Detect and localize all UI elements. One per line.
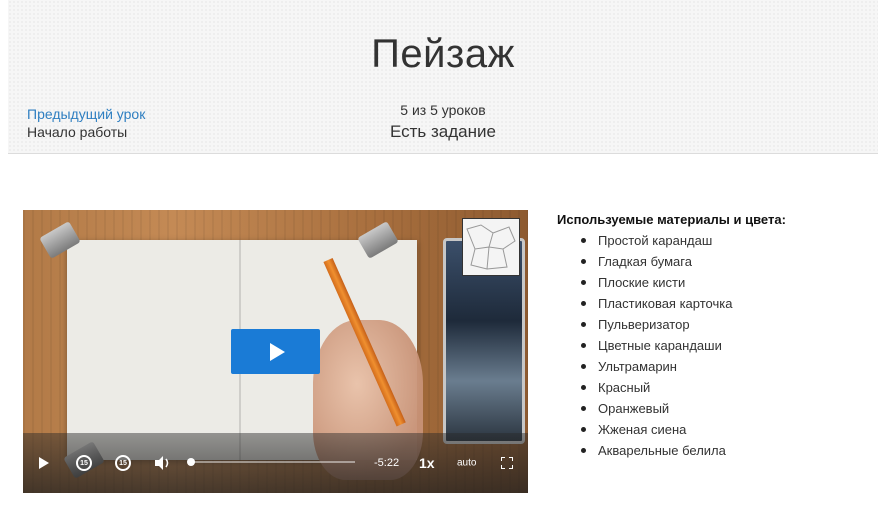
materials-title: Используемые материалы и цвета: <box>557 212 786 227</box>
task-indicator: Есть задание <box>390 122 496 141</box>
lesson-title: Пейзаж <box>371 32 515 76</box>
playback-speed-button[interactable]: 1x <box>419 455 435 471</box>
lesson-progress: 5 из 5 уроков <box>400 102 486 118</box>
materials-list: Простой карандаш Гладкая бумага Плоские … <box>557 230 877 461</box>
forward-icon: 15 <box>115 455 131 471</box>
forward-15-button[interactable]: 15 <box>115 455 131 471</box>
list-item: Акварельные белила <box>581 440 877 461</box>
list-item: Пластиковая карточка <box>581 293 877 314</box>
big-play-button[interactable] <box>231 329 320 374</box>
list-item: Плоские кисти <box>581 272 877 293</box>
forward-seconds: 15 <box>119 459 127 467</box>
list-item: Пульверизатор <box>581 314 877 335</box>
rewind-15-button[interactable]: 15 <box>76 455 92 471</box>
rewind-icon: 15 <box>76 455 92 471</box>
list-item: Жженая сиена <box>581 419 877 440</box>
time-remaining: -5:22 <box>374 457 400 469</box>
fullscreen-icon <box>501 457 513 469</box>
volume-icon <box>155 456 169 470</box>
video-player[interactable]: 15 15 -5:22 1x auto <box>23 210 528 493</box>
list-item: Оранжевый <box>581 398 877 419</box>
play-icon <box>39 457 49 469</box>
play-icon <box>270 342 285 361</box>
list-item: Простой карандаш <box>581 230 877 251</box>
quality-button[interactable]: auto <box>457 458 476 469</box>
list-item: Ультрамарин <box>581 356 877 377</box>
lesson-thumbnail <box>462 218 520 276</box>
polygon-pattern-icon <box>466 224 516 270</box>
fullscreen-button[interactable] <box>501 457 513 469</box>
list-item: Гладкая бумага <box>581 251 877 272</box>
volume-button[interactable] <box>154 455 172 471</box>
lesson-page: Пейзаж Предыдущий урок Начало работы 5 и… <box>0 0 887 518</box>
video-controls: 15 15 -5:22 1x auto <box>23 433 528 493</box>
play-button[interactable] <box>37 455 51 471</box>
seek-bar[interactable] <box>187 458 355 466</box>
seek-handle[interactable] <box>187 458 195 466</box>
rewind-seconds: 15 <box>80 459 88 467</box>
list-item: Красный <box>581 377 877 398</box>
list-item: Цветные карандаши <box>581 335 877 356</box>
lesson-header: Пейзаж Предыдущий урок Начало работы 5 и… <box>8 0 878 154</box>
materials-section: Используемые материалы и цвета: Простой … <box>557 212 877 461</box>
